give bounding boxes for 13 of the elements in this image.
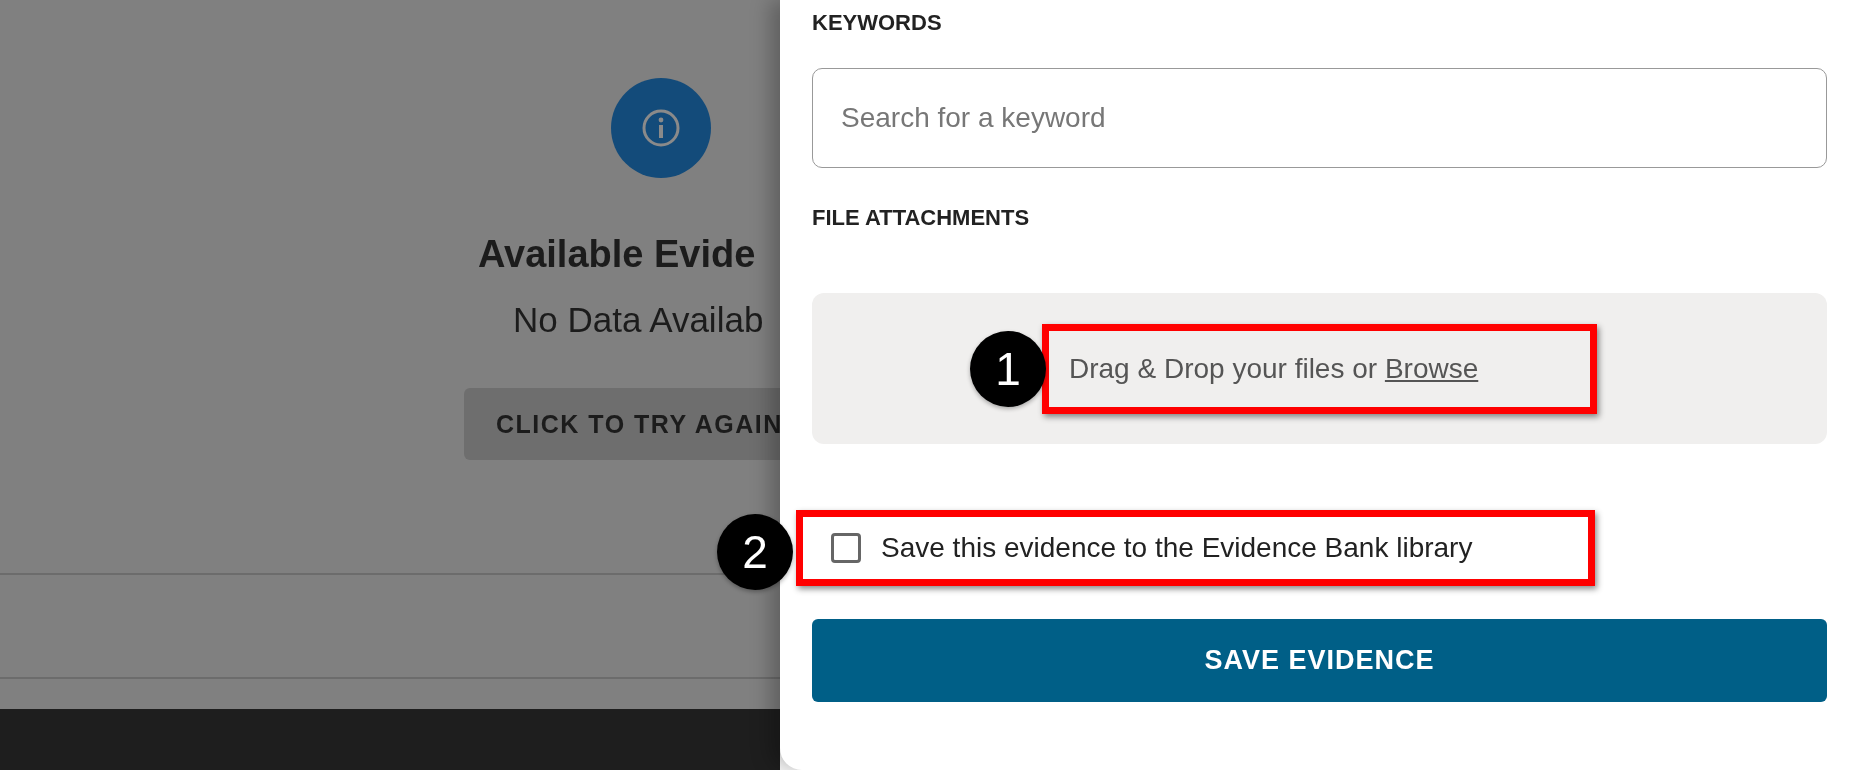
section-label: KEYWORDS [812,9,943,37]
annotation-number: 1 [970,330,1046,407]
empty-state-title: Available Evide [478,232,757,277]
checkbox[interactable] [831,533,861,563]
file-drop-zone[interactable]: 1 Drag & Drop your files or Browse [812,293,1827,444]
save-evidence-button[interactable]: SAVE EVIDENCE [812,619,1827,702]
browse-link[interactable]: Browse [1384,352,1479,384]
section-label: FILE ATTACHMENTS [812,204,1031,232]
empty-state-message: No Data Availab [513,299,765,341]
drop-prompt: Drag & Drop your files or Browse [1069,352,1479,385]
keyword-search-field[interactable]: Search for a keyword [812,68,1827,168]
checkbox-label: Save this evidence to the Evidence Bank library [881,532,1473,564]
info-icon [641,108,681,148]
